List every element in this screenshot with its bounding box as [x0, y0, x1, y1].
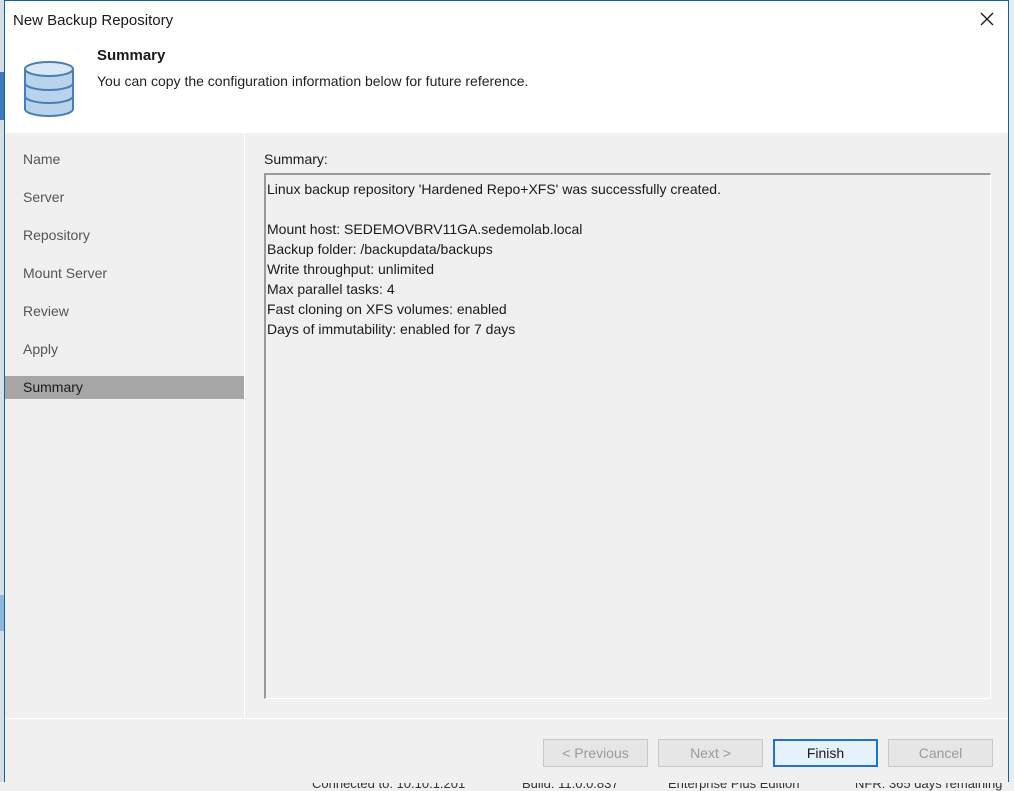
finish-button[interactable]: Finish: [773, 739, 878, 767]
background-app-right-edge: [1009, 0, 1014, 791]
database-icon: [21, 57, 77, 126]
nav-item-mount-server[interactable]: Mount Server: [5, 262, 244, 285]
wizard-header: Summary You can copy the configuration i…: [5, 39, 1008, 133]
summary-line: Mount host: SEDEMOVBRV11GA.sedemolab.loc…: [267, 221, 583, 237]
summary-line: Linux backup repository 'Hardened Repo+X…: [267, 181, 721, 197]
cancel-button[interactable]: Cancel: [888, 739, 993, 767]
nav-item-summary[interactable]: Summary: [5, 376, 244, 399]
status-license: NFR: 365 days remaining: [855, 782, 1003, 791]
summary-line: Backup folder: /backupdata/backups: [267, 241, 493, 257]
close-icon: [980, 12, 994, 26]
nav-item-apply[interactable]: Apply: [5, 338, 244, 361]
next-button[interactable]: Next >: [658, 739, 763, 767]
nav-item-name[interactable]: Name: [5, 148, 244, 171]
button-bar-divider: [5, 718, 1008, 719]
close-button[interactable]: [972, 5, 1002, 33]
summary-text-area[interactable]: Linux backup repository 'Hardened Repo+X…: [264, 173, 991, 699]
nav-item-repository[interactable]: Repository: [5, 224, 244, 247]
status-connected: Connected to: 10.10.1.201: [312, 782, 466, 791]
previous-button[interactable]: < Previous: [543, 739, 648, 767]
nav-item-review[interactable]: Review: [5, 300, 244, 323]
summary-line: Write throughput: unlimited: [267, 261, 435, 277]
status-edition: Enterprise Plus Edition: [668, 782, 800, 791]
dialog-titlebar[interactable]: New Backup Repository: [5, 1, 1008, 39]
status-build: Build: 11.0.0.837: [522, 782, 619, 791]
background-status-bar: Connected to: 10.10.1.201 Build: 11.0.0.…: [0, 782, 1014, 791]
nav-divider: [244, 133, 245, 718]
summary-line: Max parallel tasks: 4: [267, 281, 395, 297]
page-subtitle: You can copy the configuration informati…: [97, 73, 529, 89]
dialog-title: New Backup Repository: [13, 12, 174, 29]
new-backup-repository-dialog: New Backup Repository Summary You can co…: [4, 0, 1009, 783]
summary-line: Fast cloning on XFS volumes: enabled: [267, 301, 507, 317]
summary-line: [267, 199, 990, 219]
summary-line: Days of immutability: enabled for 7 days: [267, 321, 516, 337]
wizard-content: Name Server Repository Mount Server Revi…: [5, 133, 1008, 783]
page-title: Summary: [97, 47, 166, 64]
nav-item-server[interactable]: Server: [5, 186, 244, 209]
wizard-steps-nav: Name Server Repository Mount Server Revi…: [5, 133, 244, 718]
summary-label: Summary:: [264, 151, 328, 167]
